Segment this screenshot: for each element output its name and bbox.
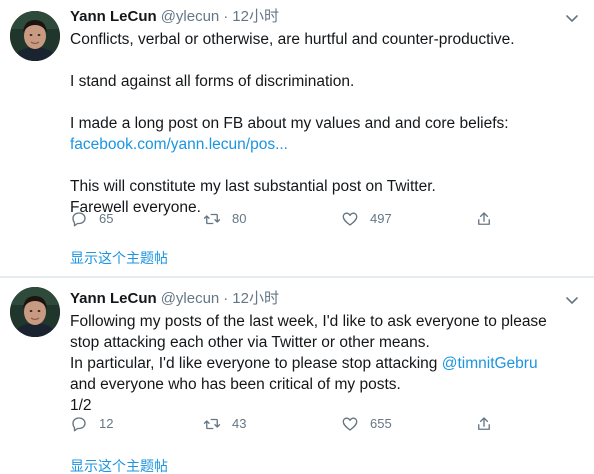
tweet-text-line: This will constitute my last substantial… <box>70 178 436 195</box>
like-count: 497 <box>370 211 392 226</box>
separator-dot: · <box>223 8 229 25</box>
tweet-actions: 12 43 655 <box>70 414 500 434</box>
retweet-count: 43 <box>232 416 247 431</box>
share-button[interactable] <box>475 414 493 434</box>
like-button[interactable]: 497 <box>341 209 392 229</box>
show-thread-link[interactable]: 显示这个主题帖 <box>70 248 168 268</box>
reply-count: 12 <box>99 416 114 431</box>
tweet-actions: 65 80 497 <box>70 209 500 229</box>
tweet-header: Yann LeCun @ylecun · 12小时 <box>70 288 279 310</box>
heart-icon <box>342 417 358 431</box>
tweet-text: Conflicts, verbal or otherwise, are hurt… <box>70 29 570 218</box>
heart-icon <box>342 212 358 226</box>
tweet-text-line: I made a long post on FB about my values… <box>70 115 509 132</box>
tweet-link[interactable]: facebook.com/yann.lecun/pos... <box>70 136 288 153</box>
tweet-text-line: stop attacking each other via Twitter or… <box>70 334 430 351</box>
retweet-count: 80 <box>232 211 247 226</box>
chevron-down-icon[interactable] <box>564 292 580 308</box>
reply-button[interactable]: 65 <box>70 209 113 229</box>
tweet-time[interactable]: 12小时 <box>232 8 279 25</box>
separator-dot: · <box>223 290 229 307</box>
tweet-text-segment: In particular, I'd like everyone to plea… <box>70 355 442 372</box>
retweet-icon <box>203 213 221 225</box>
retweet-icon <box>203 418 221 430</box>
tweet-text-line: In particular, I'd like everyone to plea… <box>70 353 570 374</box>
reply-button[interactable]: 12 <box>70 414 113 434</box>
reply-count: 65 <box>99 211 114 226</box>
share-button[interactable] <box>475 209 493 229</box>
mention-link[interactable]: @timnitGebru <box>442 355 538 372</box>
like-count: 655 <box>370 416 392 431</box>
avatar[interactable] <box>10 287 60 337</box>
retweet-button[interactable]: 43 <box>203 414 246 434</box>
show-thread-link[interactable]: 显示这个主题帖 <box>70 456 168 474</box>
share-icon <box>478 417 490 430</box>
author-name[interactable]: Yann LeCun <box>70 290 157 307</box>
tweet-header: Yann LeCun @ylecun · 12小时 <box>70 6 279 28</box>
author-handle[interactable]: @ylecun <box>161 8 220 25</box>
tweet-text-line: I stand against all forms of discriminat… <box>70 73 355 90</box>
tweet-time[interactable]: 12小时 <box>232 290 279 307</box>
reply-icon <box>72 417 86 432</box>
author-name[interactable]: Yann LeCun <box>70 8 157 25</box>
tweet-text-line: Conflicts, verbal or otherwise, are hurt… <box>70 31 515 48</box>
tweet[interactable]: Yann LeCun @ylecun · 12小时 Following my post… <box>0 276 594 474</box>
chevron-down-icon[interactable] <box>564 10 580 26</box>
avatar[interactable] <box>10 11 60 61</box>
like-button[interactable]: 655 <box>341 414 392 434</box>
tweet-text-line: and everyone who has been critical of my… <box>70 376 401 393</box>
tweet-text-line: 1/2 <box>70 397 92 414</box>
share-icon <box>478 212 490 225</box>
retweet-button[interactable]: 80 <box>203 209 246 229</box>
reply-icon <box>72 212 86 227</box>
tweet-text-line: Following my posts of the last week, I'd… <box>70 313 547 330</box>
tweet[interactable]: Yann LeCun @ylecun · 12小时 Conflicts, verbal… <box>0 0 594 276</box>
author-handle[interactable]: @ylecun <box>161 290 220 307</box>
tweet-text: Following my posts of the last week, I'd… <box>70 311 570 416</box>
